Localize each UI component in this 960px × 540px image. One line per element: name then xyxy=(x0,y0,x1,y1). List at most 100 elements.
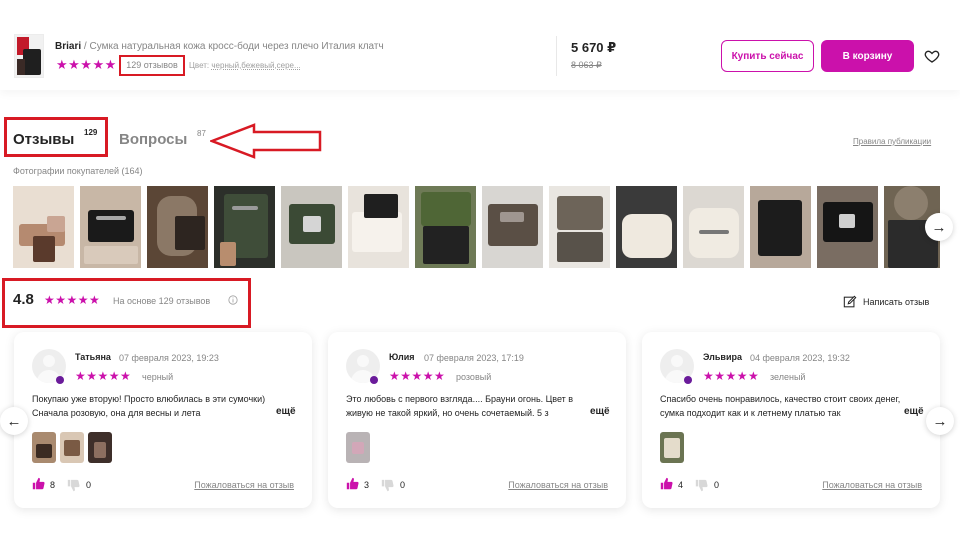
review-photo[interactable] xyxy=(32,432,56,463)
dislikes-count: 0 xyxy=(400,480,406,490)
customer-photo[interactable] xyxy=(147,186,208,268)
tab-reviews-count: 129 xyxy=(84,128,98,137)
photo-shape xyxy=(758,200,802,256)
review-color: черный xyxy=(142,372,174,382)
reviews-next-arrow-icon[interactable]: → xyxy=(926,407,954,435)
photo-shape xyxy=(622,214,672,258)
customer-photo[interactable] xyxy=(348,186,409,268)
photo-shape xyxy=(47,216,65,232)
customer-photo[interactable] xyxy=(683,186,744,268)
photo-shape xyxy=(64,440,80,456)
write-review-button[interactable]: Написать отзыв xyxy=(843,294,929,310)
review-color: зеленый xyxy=(770,372,806,382)
thumbnail-shape xyxy=(23,49,41,75)
customer-photo[interactable] xyxy=(415,186,476,268)
photo-shape xyxy=(96,216,126,220)
review-photo[interactable] xyxy=(88,432,112,463)
review-card: Татьяна 07 февраля 2023, 19:23 ★★★★★ чер… xyxy=(14,332,312,508)
pencil-icon xyxy=(843,295,857,308)
photo-shape xyxy=(839,214,855,228)
country-flag-icon xyxy=(370,376,378,384)
read-more-link[interactable]: ещё xyxy=(590,406,610,417)
thumbs-down-icon[interactable] xyxy=(381,479,394,492)
thumbs-down-icon[interactable] xyxy=(695,479,708,492)
photo-shape xyxy=(557,232,603,262)
average-rating-stars: ★★★★★ xyxy=(44,293,101,307)
photo-shape xyxy=(421,192,471,226)
review-stars: ★★★★★ xyxy=(389,369,446,383)
review-card: Эльвира 04 февраля 2023, 19:32 ★★★★★ зел… xyxy=(642,332,940,508)
text-fade xyxy=(234,406,274,422)
photo-shape xyxy=(352,212,402,252)
old-price: 8 063 ₽ xyxy=(571,60,602,70)
photo-shape xyxy=(500,212,524,222)
photo-shape xyxy=(894,186,928,220)
dislikes-count: 0 xyxy=(714,480,720,490)
annotation-arrow-icon xyxy=(210,123,322,159)
color-label: Цвет: xyxy=(189,61,212,70)
photo-shape xyxy=(699,230,729,234)
product-rating-stars: ★★★★★ xyxy=(56,57,117,72)
publication-rules-link[interactable]: Правила публикации xyxy=(853,137,931,146)
customer-photo[interactable] xyxy=(817,186,878,268)
tab-questions[interactable]: Вопросы xyxy=(119,131,187,148)
rating-basis-text: На основе 129 отзывов xyxy=(113,296,211,306)
read-more-link[interactable]: ещё xyxy=(276,406,296,417)
product-thumbnail[interactable] xyxy=(14,34,44,78)
photo-shape xyxy=(488,204,538,246)
customer-photo[interactable] xyxy=(281,186,342,268)
divider xyxy=(556,36,557,76)
reviewer-name: Эльвира xyxy=(703,352,742,362)
customer-photo[interactable] xyxy=(482,186,543,268)
review-photo[interactable] xyxy=(660,432,684,463)
thumbs-up-icon[interactable] xyxy=(660,477,673,490)
customer-photo[interactable] xyxy=(750,186,811,268)
tab-reviews[interactable]: Отзывы xyxy=(13,131,74,148)
report-review-link[interactable]: Пожаловаться на отзыв xyxy=(194,480,294,490)
photo-shape xyxy=(364,194,398,218)
photo-shape xyxy=(664,438,680,458)
add-to-cart-button[interactable]: В корзину xyxy=(821,40,914,72)
report-review-link[interactable]: Пожаловаться на отзыв xyxy=(822,480,922,490)
photos-next-arrow-icon[interactable]: → xyxy=(925,213,953,241)
review-date: 07 февраля 2023, 17:19 xyxy=(424,353,524,363)
photo-shape xyxy=(232,206,258,210)
photo-shape xyxy=(557,196,603,230)
thumbs-up-icon[interactable] xyxy=(32,477,45,490)
text-fade xyxy=(548,406,588,422)
review-photo[interactable] xyxy=(60,432,84,463)
product-name: Сумка натуральная кожа кросс-боди через … xyxy=(89,41,384,52)
color-value[interactable]: черный,бежевый,сере... xyxy=(211,61,300,70)
reviews-count-link[interactable]: 129 отзывов xyxy=(119,55,185,76)
photo-shape xyxy=(84,246,138,264)
customer-photo[interactable] xyxy=(616,186,677,268)
customer-photo[interactable] xyxy=(80,186,141,268)
reviews-prev-arrow-icon[interactable]: ← xyxy=(0,407,28,435)
thumbs-down-icon[interactable] xyxy=(67,479,80,492)
review-photo[interactable] xyxy=(346,432,370,463)
read-more-link[interactable]: ещё xyxy=(904,406,924,417)
info-icon[interactable] xyxy=(228,295,238,305)
review-stars: ★★★★★ xyxy=(75,369,132,383)
buy-now-button[interactable]: Купить сейчас xyxy=(721,40,814,72)
thumbs-up-icon[interactable] xyxy=(346,477,359,490)
average-rating-value: 4.8 xyxy=(13,291,34,308)
reviewer-name: Юлия xyxy=(389,352,415,362)
avatar-head xyxy=(671,355,683,367)
customer-photo[interactable] xyxy=(214,186,275,268)
dislikes-count: 0 xyxy=(86,480,92,490)
customer-photo[interactable] xyxy=(13,186,74,268)
product-title[interactable]: Briari / Сумка натуральная кожа кросс-бо… xyxy=(55,41,384,52)
brand-name[interactable]: Briari xyxy=(55,41,81,52)
likes-count: 3 xyxy=(364,480,370,490)
likes-count: 8 xyxy=(50,480,56,490)
country-flag-icon xyxy=(684,376,692,384)
customer-photo[interactable] xyxy=(549,186,610,268)
report-review-link[interactable]: Пожаловаться на отзыв xyxy=(508,480,608,490)
heart-icon[interactable] xyxy=(924,48,940,64)
photo-shape xyxy=(94,442,106,458)
write-review-label: Написать отзыв xyxy=(863,297,930,307)
review-color: розовый xyxy=(456,372,492,382)
review-card: Юлия 07 февраля 2023, 17:19 ★★★★★ розовы… xyxy=(328,332,626,508)
review-date: 04 февраля 2023, 19:32 xyxy=(750,353,850,363)
